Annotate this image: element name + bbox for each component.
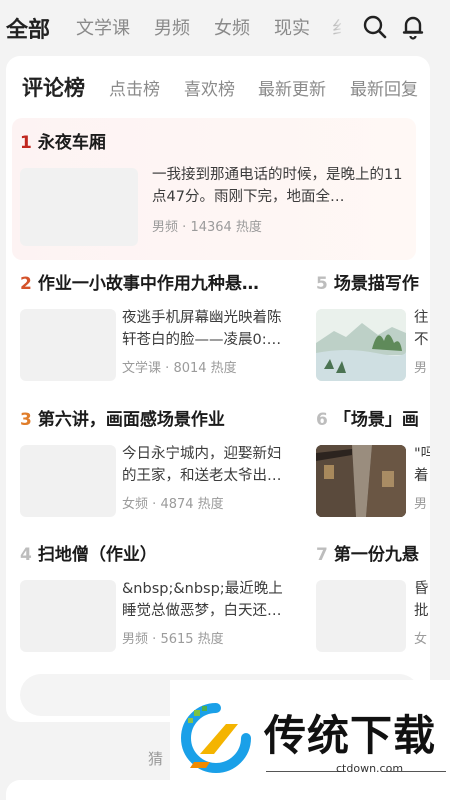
nav-fade — [320, 0, 356, 56]
meta-separator: · — [182, 220, 187, 235]
item-title: 7 第一份九悬 — [316, 542, 430, 568]
item-title: 3 第六讲，画面感场景作业 — [20, 407, 302, 433]
item-title-text: 第六讲，画面感场景作业 — [37, 410, 225, 430]
item-category: 男频 — [152, 220, 179, 235]
watermark-line-right — [384, 771, 446, 772]
street-thumbnail — [316, 445, 406, 517]
item-meta: 男频 · 14364 热度 — [152, 216, 262, 235]
nav-tab-reality[interactable]: 现实 — [274, 14, 310, 40]
thumbnail — [20, 580, 116, 652]
meta-separator: · — [152, 632, 157, 647]
item-meta: 文学课 · 8014 热度 — [122, 357, 237, 376]
item-title: 6 「场景」画 — [316, 407, 430, 433]
rank-number: 7 — [316, 545, 328, 565]
list-item[interactable]: 7 第一份九悬 昏批 女 — [312, 542, 430, 662]
item-description: 夜逃手机屏幕幽光映着陈轩苍白的脸——凌晨0:… — [122, 310, 282, 348]
meta-separator: · — [165, 361, 170, 376]
item-category: 文学课 — [122, 361, 162, 376]
list-item[interactable]: 5 场景描写作 往不 男 — [312, 271, 430, 391]
watermark-title: 传统下载 — [264, 711, 437, 760]
item-title: 1 永夜车厢 — [20, 130, 400, 156]
item-meta: 男频 · 5615 热度 — [122, 628, 224, 647]
list-item[interactable]: 3 第六讲，画面感场景作业 今日永宁城内，迎娶新妇的王家，和送老太爷出… 女频 ·… — [12, 407, 302, 527]
list-item[interactable]: 1 永夜车厢 一我接到那通电话的时候，是晚上的11点47分。雨刚下完，地面全… 男… — [12, 118, 416, 260]
item-title: 5 场景描写作 — [316, 271, 430, 297]
item-title-text: 场景描写作 — [333, 274, 419, 294]
item-title: 2 作业一小故事中作用九种悬… — [20, 271, 302, 297]
watermark-url: ctdown.com — [336, 762, 404, 775]
landscape-thumbnail — [316, 309, 406, 381]
item-description: 昏批 — [414, 581, 429, 619]
item-title: 4 扫地僧（作业） — [20, 542, 302, 568]
thumbnail — [20, 445, 116, 517]
item-description: 往不 — [414, 310, 429, 348]
nav-tab-male[interactable]: 男频 — [154, 14, 190, 40]
tab-likes[interactable]: 喜欢榜 — [184, 75, 235, 100]
watermark-logo-icon — [180, 702, 252, 774]
item-heat: 14364 热度 — [190, 220, 262, 235]
rank-number: 5 — [316, 274, 328, 294]
thumbnail — [20, 309, 116, 381]
watermark: 传统下载 ctdown.com — [170, 680, 450, 800]
rank-number: 6 — [316, 410, 328, 430]
item-description: "吗着 — [414, 446, 430, 484]
item-category: 女频 — [122, 497, 149, 512]
rank-number: 1 — [20, 133, 32, 153]
guess-section-label: 猜 — [148, 750, 164, 768]
item-heat: 4874 热度 — [160, 497, 224, 512]
item-title-text: 作业一小故事中作用九种悬… — [37, 274, 259, 294]
item-description: &nbsp;&nbsp;最近晚上睡觉总做恶梦，白天还… — [122, 581, 283, 619]
item-category: 男 — [414, 361, 428, 376]
watermark-line-left — [266, 771, 344, 772]
item-category: 女 — [414, 632, 428, 647]
nav-tab-literature[interactable]: 文学课 — [76, 14, 130, 40]
list-item[interactable]: 4 扫地僧（作业） &nbsp;&nbsp;最近晚上睡觉总做恶梦，白天还… 男频 … — [12, 542, 302, 662]
item-title-text: 「场景」画 — [333, 410, 419, 430]
item-category: 男 — [414, 497, 428, 512]
item-category: 男频 — [122, 632, 149, 647]
top-navigation: 全部 文学课 男频 女频 现实 纟 — [0, 0, 450, 56]
item-title-text: 第一份九悬 — [333, 545, 419, 565]
list-item[interactable]: 2 作业一小故事中作用九种悬… 夜逃手机屏幕幽光映着陈轩苍白的脸——凌晨0:… 文… — [12, 271, 302, 391]
bell-icon[interactable] — [400, 14, 426, 40]
meta-separator: · — [152, 497, 157, 512]
item-heat: 5615 热度 — [160, 632, 224, 647]
tab-comments[interactable]: 评论榜 — [22, 72, 85, 102]
list-item[interactable]: 6 「场景」画 "吗着 男 — [312, 407, 430, 527]
ranking-card: 评论榜 点击榜 喜欢榜 最新更新 最新回复 1 永夜车厢 一我接到那通电话的时候，… — [6, 56, 430, 722]
item-description: 今日永宁城内，迎娶新妇的王家，和送老太爷出… — [122, 446, 282, 484]
item-title-text: 永夜车厢 — [37, 133, 106, 153]
nav-tab-female[interactable]: 女频 — [214, 14, 250, 40]
tab-latest-reply[interactable]: 最新回复 — [350, 75, 418, 100]
thumbnail — [316, 580, 406, 652]
item-description: 一我接到那通电话的时候，是晚上的11点47分。雨刚下完，地面全… — [152, 167, 403, 205]
rank-number: 2 — [20, 274, 32, 294]
rank-number: 4 — [20, 545, 32, 565]
item-title-text: 扫地僧（作业） — [37, 545, 157, 565]
tab-clicks[interactable]: 点击榜 — [109, 75, 160, 100]
tab-latest-update[interactable]: 最新更新 — [258, 75, 326, 100]
ranking-tabs: 评论榜 点击榜 喜欢榜 最新更新 最新回复 — [6, 56, 430, 116]
item-meta: 女频 · 4874 热度 — [122, 493, 224, 512]
item-heat: 8014 热度 — [173, 361, 237, 376]
nav-tab-all[interactable]: 全部 — [6, 12, 50, 44]
rank-number: 3 — [20, 410, 32, 430]
search-icon[interactable] — [362, 14, 388, 40]
thumbnail — [20, 168, 138, 246]
